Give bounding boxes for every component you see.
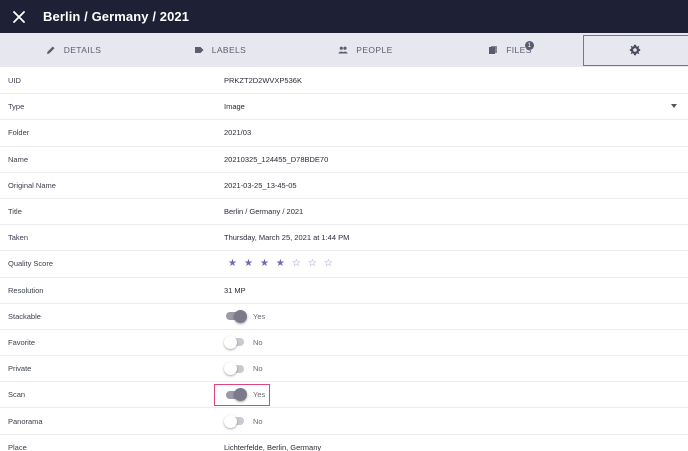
stackable-value: Yes (253, 311, 266, 321)
resolution-label: Resolution (8, 285, 44, 295)
folder-row: Folder 2021/03 (0, 120, 688, 147)
favorite-value: No (253, 337, 263, 347)
name-value: 20210325_124455_D78BDE70 (224, 154, 329, 164)
taken-label: Taken (8, 233, 29, 243)
favorite-row: Favorite No (0, 330, 688, 357)
close-icon (13, 10, 25, 23)
pencil-icon (46, 45, 56, 55)
tab-people-label: PEOPLE (356, 45, 393, 55)
tab-bar: DETAILS LABELS PEOPLE FILES 1 (0, 33, 688, 67)
chevron-down-icon[interactable] (671, 104, 677, 109)
name-row: Name 20210325_124455_D78BDE70 (0, 147, 688, 173)
taken-field[interactable]: Thursday, March 25, 2021 at 1:44 PM (224, 233, 349, 242)
star-filled-icon[interactable]: ★ (244, 258, 253, 269)
uid-label: UID (8, 76, 21, 86)
tab-settings[interactable] (582, 33, 688, 67)
stackable-row: Stackable Yes (0, 304, 688, 330)
title-label: Title (8, 207, 22, 217)
page-title: Berlin / Germany / 2021 (43, 9, 190, 24)
title-row[interactable]: Title Berlin / Germany / 2021 (0, 199, 688, 226)
people-icon (338, 45, 348, 55)
uid-value: PRKZT2D2WVXP536K (224, 76, 302, 86)
original-name-label: Original Name (8, 180, 56, 190)
folder-value: 2021/03 (224, 128, 252, 138)
files-count-badge: 1 (525, 41, 534, 50)
favorite-switch-knob (224, 335, 237, 349)
scan-label: Scan (8, 390, 26, 400)
star-empty-icon[interactable]: ☆ (292, 258, 301, 269)
taken-row[interactable]: Taken Thursday, March 25, 2021 at 1:44 P… (0, 225, 688, 252)
tab-details[interactable]: DETAILS (0, 33, 147, 67)
type-row[interactable]: Type Image (0, 94, 688, 121)
star-empty-icon[interactable]: ☆ (324, 258, 333, 269)
name-label: Name (8, 154, 29, 164)
quality-stars: ★ ★ ★ ★ ☆ ☆ ☆ (228, 258, 333, 269)
label-icon (194, 45, 204, 55)
private-switch[interactable] (224, 362, 244, 376)
panorama-row: Panorama No (0, 408, 688, 435)
scan-row: Scan Yes (0, 382, 688, 409)
stackable-toggle[interactable]: Yes (224, 309, 266, 323)
favorite-switch[interactable] (224, 335, 244, 349)
tab-files[interactable]: FILES 1 (438, 33, 582, 67)
place-field[interactable]: Lichterfelde, Berlin, Germany (224, 443, 321, 451)
panorama-toggle[interactable]: No (224, 414, 263, 428)
favorite-toggle[interactable]: No (224, 335, 263, 349)
resolution-value: 31 MP (224, 285, 246, 295)
star-filled-icon[interactable]: ★ (260, 258, 269, 269)
stackable-switch-knob (234, 309, 247, 323)
private-row: Private No (0, 356, 688, 383)
tab-labels[interactable]: LABELS (147, 33, 293, 67)
star-empty-icon[interactable]: ☆ (308, 258, 317, 269)
type-label: Type (8, 102, 25, 112)
favorite-label: Favorite (8, 337, 36, 347)
star-filled-icon[interactable]: ★ (276, 258, 285, 269)
original-name-value: 2021-03-25_13-45-05 (224, 180, 297, 190)
place-row[interactable]: Place Lichterfelde, Berlin, Germany (0, 435, 688, 451)
star-filled-icon[interactable]: ★ (228, 258, 237, 269)
close-button[interactable] (1, 0, 37, 33)
settings-tab-highlight (583, 35, 688, 66)
private-label: Private (8, 364, 32, 374)
resolution-row: Resolution 31 MP (0, 278, 688, 304)
top-bar: Berlin / Germany / 2021 (0, 0, 688, 33)
private-value: No (253, 364, 263, 374)
tab-labels-label: LABELS (211, 45, 247, 55)
folder-label: Folder (8, 128, 30, 138)
panorama-switch-knob (224, 414, 237, 428)
type-select[interactable]: Image (224, 102, 245, 111)
title-field[interactable]: Berlin / Germany / 2021 (224, 207, 303, 216)
private-toggle[interactable]: No (224, 362, 263, 376)
panorama-switch[interactable] (224, 414, 244, 428)
quality-label: Quality Score (8, 259, 54, 269)
info-list: UID PRKZT2D2WVXP536K Type Image Folder 2… (0, 68, 688, 451)
private-switch-knob (224, 362, 237, 376)
tab-details-label: DETAILS (63, 45, 102, 55)
stackable-switch[interactable] (226, 309, 247, 323)
files-icon (488, 45, 498, 55)
original-name-row: Original Name 2021-03-25_13-45-05 (0, 173, 688, 199)
place-label: Place (8, 442, 27, 451)
scan-switch[interactable] (226, 388, 247, 402)
uid-row: UID PRKZT2D2WVXP536K (0, 68, 688, 95)
panorama-label: Panorama (8, 416, 43, 426)
tab-people[interactable]: PEOPLE (293, 33, 438, 67)
stackable-label: Stackable (8, 311, 41, 321)
panorama-value: No (253, 416, 263, 426)
quality-row: Quality Score ★ ★ ★ ★ ☆ ☆ ☆ (0, 251, 688, 278)
